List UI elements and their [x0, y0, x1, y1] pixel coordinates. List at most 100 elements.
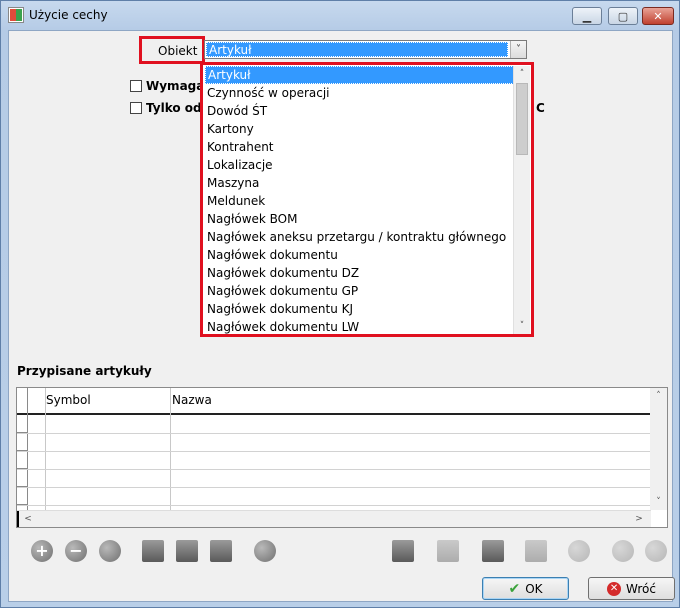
grid-icon	[176, 540, 198, 562]
minimize-button[interactable]: ▁	[572, 7, 602, 25]
object-select-value: Artykuł	[206, 42, 508, 57]
first-icon	[612, 540, 634, 562]
close-button[interactable]: ✕	[642, 7, 674, 25]
grid-divider	[45, 388, 46, 510]
dropdown-option[interactable]: Dowód ŚT	[205, 102, 514, 120]
dialog-window: Użycie cechy ▁ ▢ ✕ Obiekt Artykuł ˅ Wyma…	[0, 0, 680, 608]
object-select[interactable]: Artykuł ˅	[204, 40, 527, 59]
scroll-down-icon[interactable]: ˅	[650, 494, 667, 510]
title-bar: Użycie cechy ▁ ▢ ✕	[1, 1, 679, 29]
scroll-up-icon[interactable]: ˄	[514, 66, 530, 82]
grid-horizontal-scrollbar[interactable]: < >	[17, 510, 651, 527]
edit-icon	[99, 540, 121, 562]
grid-row-line	[17, 469, 651, 470]
edit-button[interactable]	[97, 538, 123, 564]
refresh-button[interactable]	[566, 538, 592, 564]
dropdown-option[interactable]: Nagłówek dokumentu	[205, 246, 514, 264]
row-header-column	[17, 388, 28, 510]
scroll-position-marker	[17, 511, 19, 527]
scroll-right-icon[interactable]: >	[631, 511, 647, 527]
grid-vertical-scrollbar[interactable]: ˄ ˅	[650, 388, 667, 510]
add-button[interactable]: +	[29, 538, 55, 564]
settings-button[interactable]	[252, 538, 278, 564]
remove-icon: −	[65, 540, 87, 562]
search-button[interactable]	[140, 538, 166, 564]
settings-icon	[254, 540, 276, 562]
windows-icon	[525, 540, 547, 562]
dropdown-option[interactable]: Nagłówek dokumentu DZ	[205, 264, 514, 282]
remove-button[interactable]: −	[63, 538, 89, 564]
object-label: Obiekt	[158, 44, 198, 58]
row-header-cell[interactable]	[17, 415, 28, 433]
refresh-icon	[568, 540, 590, 562]
dropdown-option[interactable]: Czynność w operacji	[205, 84, 514, 102]
grid-row-line	[17, 487, 651, 488]
maximize-button[interactable]: ▢	[608, 7, 638, 25]
only-checkbox-row[interactable]: Tylko odo	[130, 101, 210, 115]
scroll-down-icon[interactable]: ˅	[514, 318, 530, 334]
checkmark-icon: ✔	[508, 580, 521, 597]
dropdown-option[interactable]: Kontrahent	[205, 138, 514, 156]
dropdown-option[interactable]: Artykuł	[205, 66, 514, 84]
document-icon	[437, 540, 459, 562]
binoculars-icon	[142, 540, 164, 562]
last-icon	[645, 540, 667, 562]
assigned-section-title: Przypisane artykuły	[17, 364, 152, 378]
column-header-name[interactable]: Nazwa	[172, 393, 212, 407]
dropdown-scrollbar[interactable]: ˄ ˅	[513, 66, 530, 334]
column-header-symbol[interactable]: Symbol	[46, 393, 91, 407]
dropdown-option[interactable]: Meldunek	[205, 192, 514, 210]
grid-row-line	[17, 433, 651, 434]
cancel-icon: ✕	[607, 581, 622, 596]
report-button[interactable]	[390, 538, 416, 564]
dropdown-option[interactable]: Nagłówek dokumentu LW	[205, 318, 514, 334]
only-checkbox[interactable]	[130, 102, 142, 114]
row-header-cell[interactable]	[17, 469, 28, 487]
report-icon	[392, 540, 414, 562]
ok-label: OK	[525, 581, 543, 596]
back-button[interactable]: ✕ Wróć	[588, 577, 675, 600]
grid-view-button[interactable]	[174, 538, 200, 564]
windows-button[interactable]	[523, 538, 549, 564]
last-record-button[interactable]	[643, 538, 669, 564]
save-icon	[482, 540, 504, 562]
scroll-thumb[interactable]	[516, 83, 528, 155]
window-title: Użycie cechy	[29, 8, 108, 22]
grid-divider	[170, 388, 171, 510]
grid-row-line	[17, 451, 651, 452]
sum-icon	[210, 540, 232, 562]
dropdown-option[interactable]: Maszyna	[205, 174, 514, 192]
dropdown-option[interactable]: Nagłówek aneksu przetargu / kontraktu gł…	[205, 228, 514, 246]
row-header-cell[interactable]	[17, 451, 28, 469]
grid-header: Symbol Nazwa	[17, 388, 651, 415]
back-label: Wróć	[626, 581, 656, 596]
dropdown-option[interactable]: Kartony	[205, 120, 514, 138]
scroll-up-icon[interactable]: ˄	[650, 388, 667, 404]
truncated-label-fragment: C	[536, 101, 545, 115]
required-checkbox[interactable]	[130, 80, 142, 92]
dropdown-items: Artykuł Czynność w operacji Dowód ŚT Karton…	[205, 66, 514, 334]
dropdown-option[interactable]: Nagłówek dokumentu GP	[205, 282, 514, 300]
dropdown-option[interactable]: Lokalizacje	[205, 156, 514, 174]
assigned-items-grid[interactable]: Symbol Nazwa ˄ ˅ < >	[16, 387, 668, 528]
first-record-button[interactable]	[610, 538, 636, 564]
add-icon: +	[31, 540, 53, 562]
row-header-cell[interactable]	[17, 433, 28, 451]
app-icon	[9, 8, 23, 22]
grid-row-line	[17, 505, 651, 506]
row-header-cell[interactable]	[17, 487, 28, 505]
sum-button[interactable]	[208, 538, 234, 564]
dialog-client-area: Obiekt Artykuł ˅ Wymaga Tylko odo C Przy…	[8, 30, 675, 602]
grid-toolbar: + −	[15, 534, 669, 566]
ok-button[interactable]: ✔ OK	[482, 577, 569, 600]
dropdown-option[interactable]: Nagłówek dokumentu KJ	[205, 300, 514, 318]
object-label-highlight: Obiekt	[139, 36, 205, 64]
dropdown-option[interactable]: Nagłówek BOM	[205, 210, 514, 228]
chevron-down-icon[interactable]: ˅	[510, 41, 526, 58]
required-label: Wymaga	[146, 79, 205, 93]
object-dropdown-list[interactable]: Artykuł Czynność w operacji Dowód ŚT Karton…	[200, 62, 534, 337]
document-button[interactable]	[435, 538, 461, 564]
scroll-left-icon[interactable]: <	[20, 511, 36, 527]
save-button[interactable]	[480, 538, 506, 564]
required-checkbox-row[interactable]: Wymaga	[130, 79, 204, 93]
